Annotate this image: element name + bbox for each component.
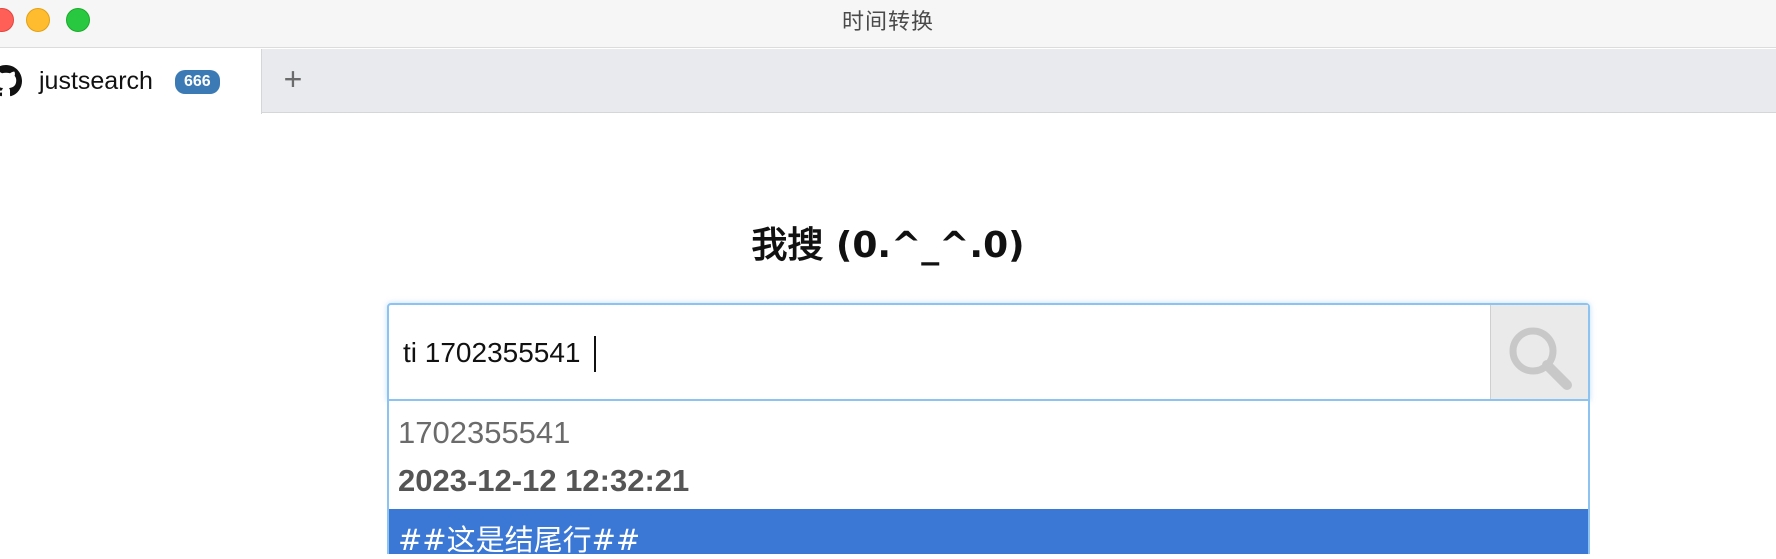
tab-justsearch[interactable]: justsearch 666 — [0, 49, 262, 114]
suggestion-dropdown: 1702355541 2023-12-12 12:32:21 ##这是结尾行## — [387, 401, 1590, 557]
page-heading: 我搜 (0.^_^.0) — [751, 225, 1025, 266]
suggestion-input-text[interactable]: 1702355541 — [398, 415, 570, 451]
suggestion-end-marker[interactable]: ##这是结尾行## — [389, 509, 1588, 557]
magnifier-icon — [1509, 327, 1572, 390]
tab-bar: justsearch 666 + — [0, 49, 1776, 114]
search-input[interactable] — [403, 331, 1403, 375]
tab-label: justsearch — [39, 67, 153, 95]
title-bar: 时间转换 — [0, 0, 1776, 48]
search-button[interactable] — [1490, 305, 1588, 399]
suggestion-result-text[interactable]: 2023-12-12 12:32:21 — [398, 463, 689, 499]
window-title: 时间转换 — [841, 10, 934, 35]
new-tab-button[interactable]: + — [278, 59, 308, 99]
search-box — [387, 303, 1590, 401]
tab-count-badge: 666 — [175, 70, 220, 94]
github-icon — [0, 65, 22, 97]
text-caret — [594, 336, 596, 372]
